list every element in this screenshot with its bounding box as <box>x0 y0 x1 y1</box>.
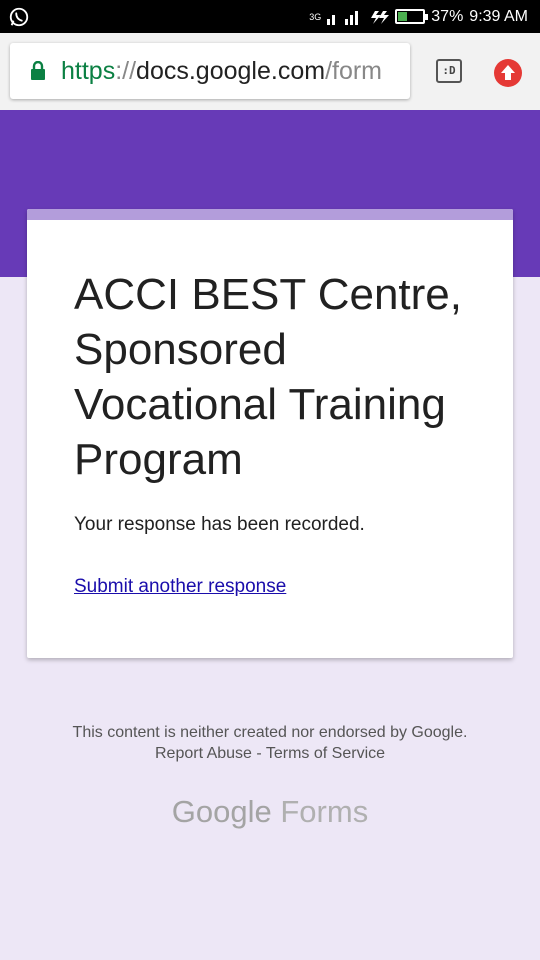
url-host: docs.google.com <box>136 57 326 85</box>
status-bar: 3G 37% 9:39 AM <box>0 0 540 33</box>
report-abuse-link[interactable]: Report Abuse <box>155 745 252 762</box>
form-title: ACCI BEST Centre, Sponsored Vocational T… <box>74 270 462 484</box>
upload-icon[interactable] <box>494 59 522 87</box>
url-separator: :// <box>115 57 137 85</box>
whatsapp-icon <box>9 7 29 27</box>
brand-forms: Forms <box>280 794 369 829</box>
tab-switcher-button[interactable]: :D <box>436 59 462 83</box>
signal-icon <box>327 10 359 25</box>
charging-icon <box>371 10 390 24</box>
clock: 9:39 AM <box>469 7 528 25</box>
footer-divider: - <box>256 745 262 762</box>
url-path: /form <box>325 57 383 85</box>
brand-google: Google <box>171 794 272 829</box>
battery-percent: 37% <box>431 7 464 25</box>
footer-links: Report Abuse - Terms of Service <box>0 743 540 764</box>
battery-icon <box>395 9 429 24</box>
url-text: https://docs.google.com/form <box>61 55 382 87</box>
footer-disclaimer: This content is neither created nor endo… <box>72 724 468 741</box>
confirmation-card: ACCI BEST Centre, Sponsored Vocational T… <box>27 209 513 658</box>
status-indicators: 3G 37% 9:39 AM <box>309 0 528 33</box>
address-bar[interactable]: https://docs.google.com/form <box>10 43 410 99</box>
card-accent-bar <box>27 209 513 220</box>
url-scheme: https <box>61 57 116 85</box>
footer: This content is neither created nor endo… <box>0 722 540 764</box>
terms-of-service-link[interactable]: Terms of Service <box>266 745 385 762</box>
submit-another-response-link[interactable]: Submit another response <box>74 576 286 598</box>
confirmation-message: Your response has been recorded. <box>74 514 365 535</box>
network-type: 3G <box>309 11 322 22</box>
lock-icon <box>31 61 45 80</box>
google-forms-logo[interactable]: Google Forms <box>0 794 540 830</box>
browser-toolbar: https://docs.google.com/form :D <box>0 33 540 110</box>
